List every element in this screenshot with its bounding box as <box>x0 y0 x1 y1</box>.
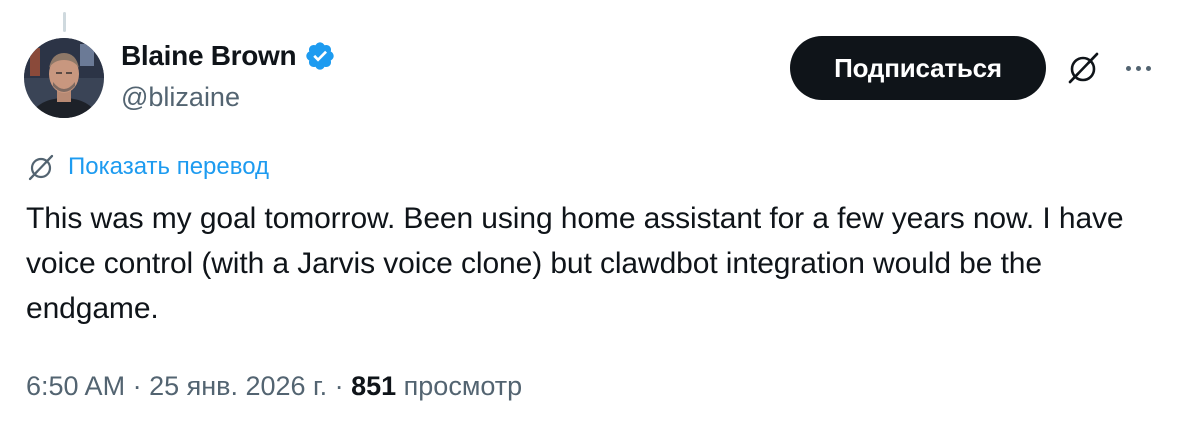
author-name-row: Blaine Brown <box>121 40 336 72</box>
verified-badge-icon[interactable] <box>304 40 336 72</box>
meta-separator: · <box>125 371 150 401</box>
views-label[interactable]: просмотр <box>404 371 523 402</box>
more-dot <box>1145 65 1151 71</box>
tweet-date[interactable]: 25 янв. 2026 г. <box>149 371 327 402</box>
avatar[interactable] <box>24 38 104 118</box>
author-display-name[interactable]: Blaine Brown <box>121 40 297 72</box>
grok-translate-icon <box>28 154 54 181</box>
more-dot <box>1135 65 1141 71</box>
tweet-card: Blaine Brown @blizaine Подписаться Показ… <box>0 0 1192 440</box>
tweet-text: This was my goal tomorrow. Been using ho… <box>26 202 1124 325</box>
views-space <box>396 371 404 402</box>
tweet-time[interactable]: 6:50 AM <box>26 371 125 402</box>
more-dot <box>1125 65 1131 71</box>
author-handle[interactable]: @blizaine <box>121 82 240 113</box>
show-translation-link[interactable]: Показать перевод <box>68 153 269 181</box>
subscribe-button[interactable]: Подписаться <box>790 36 1046 100</box>
grok-icon[interactable] <box>1064 49 1102 87</box>
thread-line <box>63 12 66 32</box>
views-count[interactable]: 851 <box>351 371 396 402</box>
tweet-meta: 6:50 AM · 25 янв. 2026 г. · 851 просмотр <box>26 371 522 402</box>
more-options-icon[interactable] <box>1118 52 1158 84</box>
meta-separator: · <box>327 371 352 401</box>
show-translation-row[interactable]: Показать перевод <box>26 152 269 182</box>
